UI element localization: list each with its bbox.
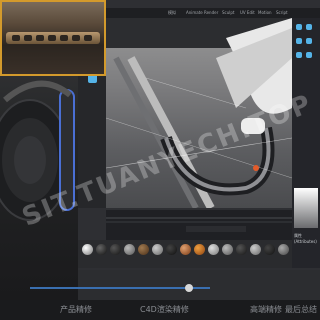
chapter-label[interactable]: 产品精修: [60, 300, 92, 320]
chapter-label[interactable]: 高端精修: [250, 300, 282, 320]
object-icon[interactable]: [296, 24, 302, 30]
menu-item[interactable]: Animate: [186, 8, 203, 18]
material-swatch[interactable]: [222, 244, 233, 255]
course-chapter-bar: 产品精修 C4D渲染精修 高端精修 最后总结: [0, 300, 320, 320]
material-swatch[interactable]: [110, 244, 121, 255]
material-swatch[interactable]: [208, 244, 219, 255]
material-swatch[interactable]: [124, 244, 135, 255]
chapter-label[interactable]: 最后总结: [285, 300, 317, 320]
menu-item[interactable]: 模拟: [168, 8, 176, 18]
video-progress-track[interactable]: [30, 287, 210, 289]
device-knob: [60, 35, 68, 41]
menu-item[interactable]: Script: [276, 8, 288, 18]
inset-photo: [0, 0, 106, 76]
device-knob: [72, 35, 80, 41]
menu-item[interactable]: Sculpt: [222, 8, 235, 18]
device-knob: [48, 35, 56, 41]
menu-item[interactable]: Render: [204, 8, 218, 18]
material-swatch[interactable]: [250, 244, 261, 255]
device-knob: [84, 35, 92, 41]
timeline[interactable]: [106, 210, 292, 240]
layer-icon[interactable]: [306, 52, 312, 58]
status-bar: [78, 270, 320, 300]
menu-item[interactable]: Motion: [258, 8, 272, 18]
material-swatch[interactable]: [82, 244, 93, 255]
panel-label: 属性 (Attributes): [294, 233, 317, 244]
video-progress-knob[interactable]: [185, 284, 193, 292]
device-knob: [12, 35, 20, 41]
material-swatch[interactable]: [264, 244, 275, 255]
attributes-panel: 属性 (Attributes): [292, 18, 320, 268]
light-icon[interactable]: [306, 24, 312, 30]
timeline-ticks: [106, 217, 292, 232]
material-swatch[interactable]: [236, 244, 247, 255]
device-knob: [36, 35, 44, 41]
material-swatch[interactable]: [180, 244, 191, 255]
material-swatch[interactable]: [138, 244, 149, 255]
material-swatch[interactable]: [166, 244, 177, 255]
device-knob: [24, 35, 32, 41]
camera-icon[interactable]: [296, 38, 302, 44]
material-swatch[interactable]: [152, 244, 163, 255]
material-swatch[interactable]: [194, 244, 205, 255]
menu-item[interactable]: UV Edit: [240, 8, 255, 18]
tag-icon[interactable]: [306, 38, 312, 44]
material-swatch[interactable]: [96, 244, 107, 255]
material-icon[interactable]: [296, 52, 302, 58]
chapter-label[interactable]: C4D渲染精修: [140, 300, 189, 320]
material-swatch[interactable]: [278, 244, 289, 255]
material-manager: [78, 240, 292, 268]
preview-swatch: [294, 188, 318, 228]
menu-bar: 模拟 Animate Render Sculpt UV Edit Motion …: [78, 8, 320, 18]
